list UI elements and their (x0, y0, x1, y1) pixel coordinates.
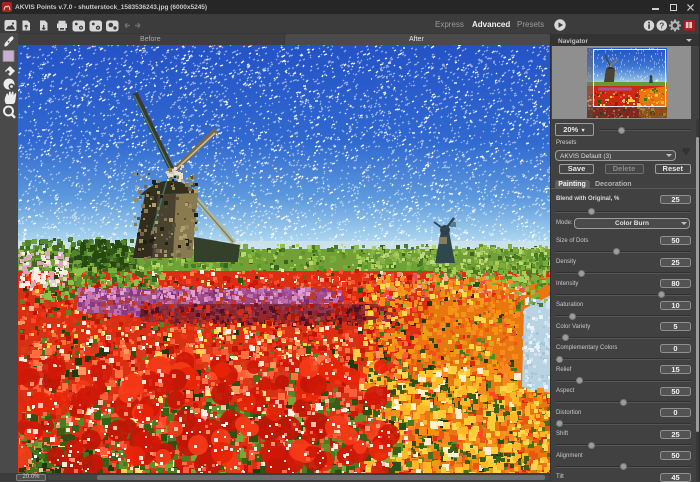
svg-text:?: ? (659, 21, 664, 30)
